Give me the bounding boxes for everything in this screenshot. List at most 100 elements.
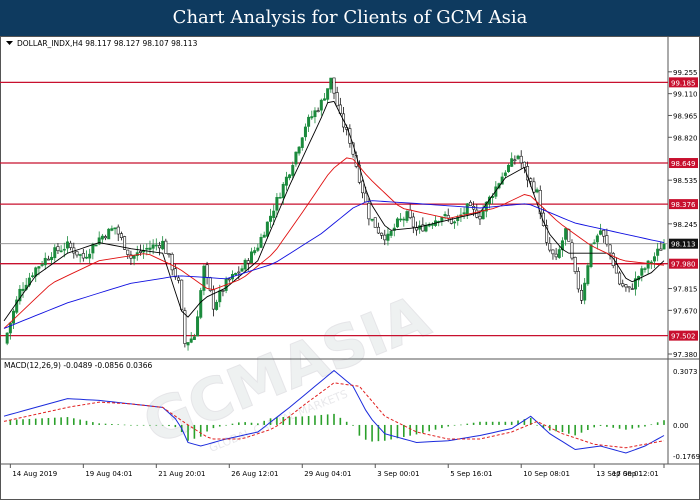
candle-body [618,272,622,285]
candle-body [65,241,69,249]
candle-body [586,265,590,285]
macd-histogram-bar [60,417,62,425]
time-tick-label: 21 Aug 20:01 [158,470,205,478]
candle-body [659,248,663,251]
macd-histogram-bar [415,424,418,435]
macd-header: MACD(12,26,9) -0.0489 -0.0856 0.0366 [4,361,152,370]
candle-body [43,257,47,266]
macd-histogram-bar [409,424,411,436]
candle-body [215,301,219,310]
candle-body [303,126,307,138]
macd-histogram-bar [238,422,240,425]
chart-border [0,36,700,500]
trading-chart: GCMASIA GLOBAL CAPITAL MARKETS 99.18598.… [0,36,700,500]
candle-body [335,92,339,107]
candle-body [656,248,660,256]
candle-body [411,216,415,228]
candle-body [326,88,330,100]
candle-body [424,224,428,232]
candle-body [564,228,568,240]
candle-body [59,250,63,253]
macd-histogram-bar [593,424,595,428]
macd-histogram-bar [644,424,646,427]
macd-histogram-bar [34,418,37,425]
current-price-label: 98.113 [671,241,696,249]
macd-histogram-bar [9,419,12,425]
candle-body [532,181,536,193]
candle-body [551,249,555,255]
chart-frame: GCMASIA GLOBAL CAPITAL MARKETS 99.185 98.… [0,36,700,500]
candle-body [602,229,606,237]
candle-body [157,245,161,249]
candle-body [548,243,552,251]
candle-body [605,235,609,245]
macd-histogram-bar [123,424,126,426]
candle-body [269,215,273,222]
candle-body [503,172,507,176]
macd-histogram-bar [358,424,361,436]
macd-histogram-bar [656,422,659,425]
candle-body [211,289,215,310]
macd-histogram-bar [111,423,113,425]
macd-histogram-bar [472,422,475,425]
macd-histogram-bar [66,417,69,425]
candle-body [516,155,520,159]
candle-body [177,277,181,281]
candle-body [557,249,561,258]
candle-body [250,251,254,264]
candle-body [468,201,472,206]
macd-histogram-bar [168,424,170,427]
candle-body [453,221,457,224]
macd-histogram-bar [136,424,139,426]
candle-body [510,158,514,167]
candle-body [107,228,111,240]
candle-body [529,178,533,182]
macd-histogram-bar [447,424,450,427]
macd-histogram-bar [396,424,399,439]
macd-histogram-bar [320,414,323,425]
candle-body [75,251,79,256]
candle-body [364,192,368,203]
macd-histogram-bar [441,424,443,429]
macd-histogram-bar [663,420,665,425]
candle-body [630,288,634,290]
time-tick-label: 26 Aug 12:01 [231,470,278,478]
candle-body [599,230,603,235]
candle-body [278,197,282,199]
macd-histogram-bar [117,424,120,425]
macd-histogram-bar [466,423,469,425]
macd-histogram-bar [295,416,297,425]
candle-body [91,244,95,254]
candle-body [313,110,317,118]
macd-histogram-bar [371,424,373,442]
candle-body [237,271,241,274]
candle-body [119,233,123,238]
macd-histogram-bar [390,424,392,440]
candle-body [576,271,580,290]
candle-body [300,137,304,148]
candle-body [69,242,73,248]
candle-body [640,268,644,276]
macd-histogram-bar [104,423,107,425]
candle-body [8,322,12,334]
price-tick-label: 98.245 [673,221,698,229]
time-tick-label: 17 Sep 12:01 [612,470,659,478]
macd-histogram-bar [403,424,405,437]
candle-body [519,155,523,164]
candle-body [145,247,149,250]
candle-body [126,249,130,255]
candle-body [151,244,155,249]
candle-body [173,268,177,278]
candle-body [332,77,336,94]
macd-histogram-bar [130,424,132,426]
macd-histogram-bar [85,420,88,425]
candle-body [196,316,200,337]
candle-body [608,244,612,254]
candle-body [272,210,276,218]
candle-body [662,243,666,250]
price-tick-label: 99.255 [673,69,698,77]
candle-body [399,218,403,221]
candle-body [595,235,599,243]
candle-body [53,247,57,259]
candle-body [148,247,152,250]
